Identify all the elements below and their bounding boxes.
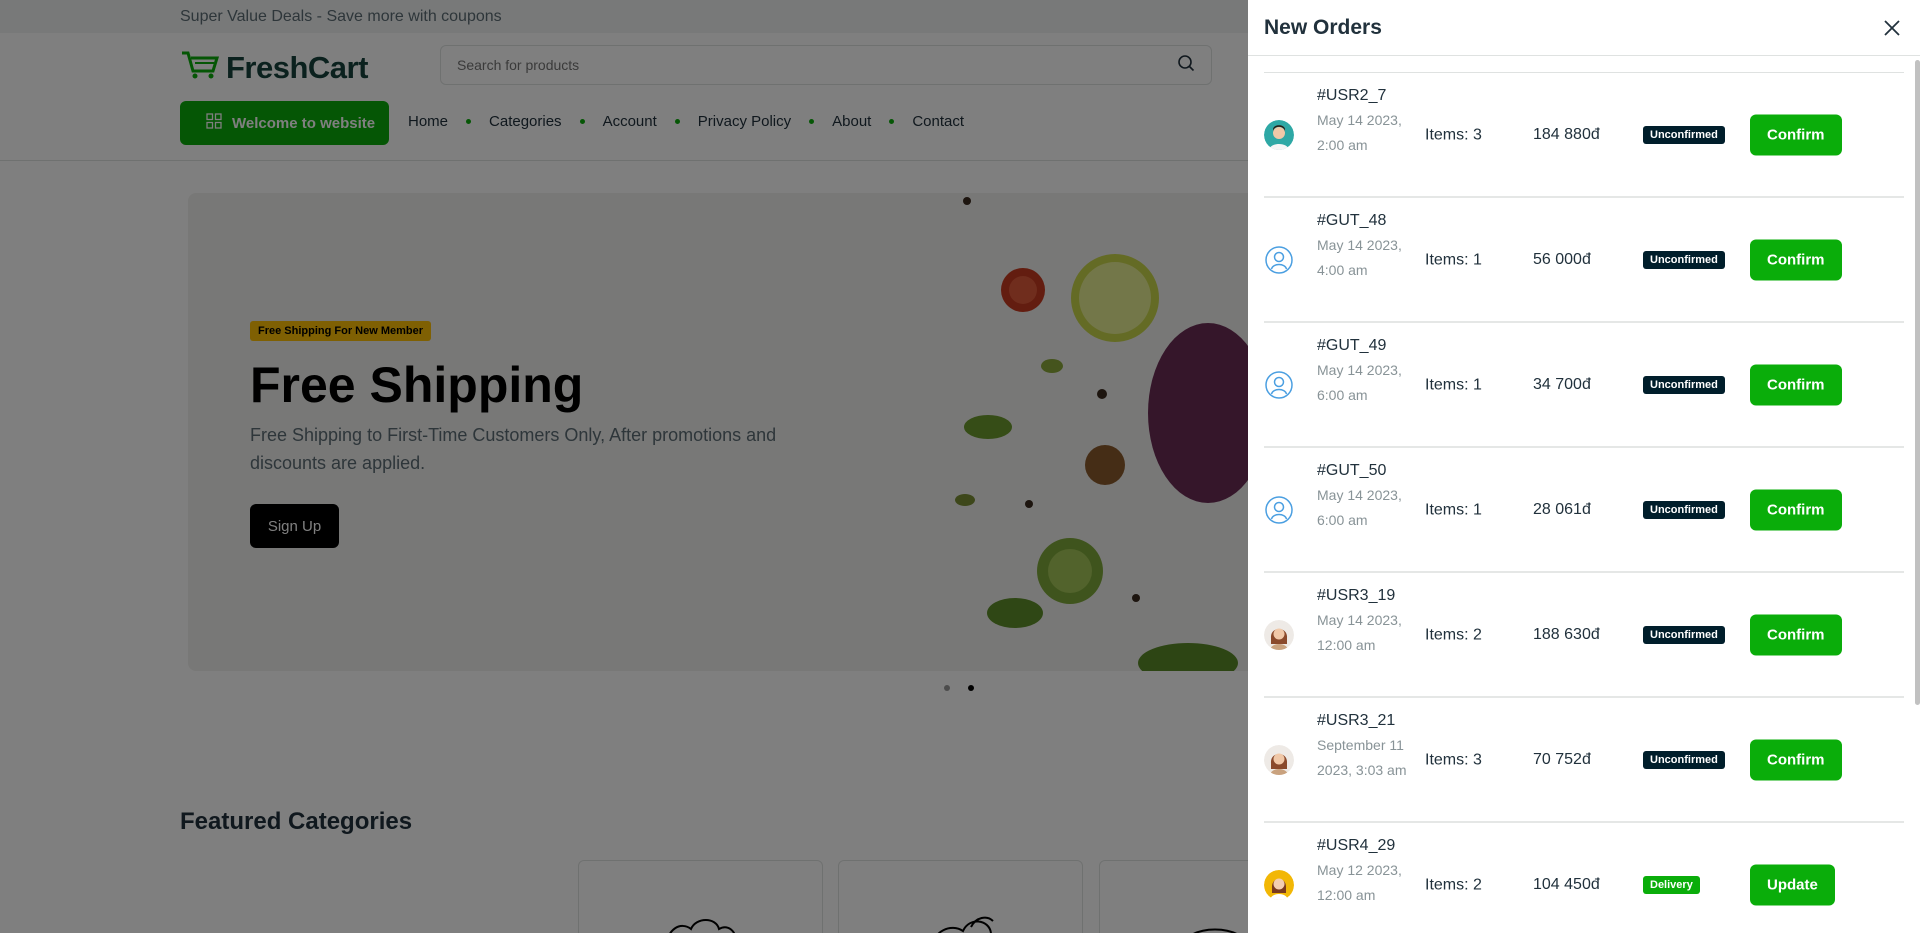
new-orders-drawer: New Orders #USR2_7 May 14 2023, 2:00 am … bbox=[1248, 0, 1920, 933]
order-items-count: Items: 1 bbox=[1425, 501, 1482, 518]
order-info: #GUT_50 May 14 2023, 6:00 am bbox=[1317, 458, 1407, 533]
status-badge: Unconfirmed bbox=[1643, 625, 1725, 644]
order-date: May 14 2023, 6:00 am bbox=[1317, 362, 1402, 403]
update-button[interactable]: Update bbox=[1750, 864, 1835, 905]
order-row: #USR4_29 May 12 2023, 12:00 am Items: 2 … bbox=[1264, 823, 1904, 933]
order-items-count: Items: 3 bbox=[1425, 751, 1482, 768]
order-list: #USR2_7 May 14 2023, 2:00 am Items: 3 18… bbox=[1264, 72, 1904, 933]
order-items-count: Items: 3 bbox=[1425, 126, 1482, 143]
order-id[interactable]: #USR4_29 bbox=[1317, 833, 1407, 858]
order-row: #USR3_21 September 11 2023, 3:03 am Item… bbox=[1264, 698, 1904, 823]
order-info: #GUT_49 May 14 2023, 6:00 am bbox=[1317, 333, 1407, 408]
order-info: #USR2_7 May 14 2023, 2:00 am bbox=[1317, 83, 1407, 158]
status-badge: Delivery bbox=[1643, 875, 1700, 894]
confirm-button[interactable]: Confirm bbox=[1750, 364, 1842, 405]
drawer-scrollbar[interactable] bbox=[1915, 60, 1920, 705]
order-row: #GUT_49 May 14 2023, 6:00 am Items: 1 34… bbox=[1264, 323, 1904, 448]
user-outline-icon bbox=[1264, 495, 1294, 525]
order-date: May 14 2023, 12:00 am bbox=[1317, 612, 1402, 653]
order-row: #USR2_7 May 14 2023, 2:00 am Items: 3 18… bbox=[1264, 73, 1904, 198]
order-items-count: Items: 1 bbox=[1425, 251, 1482, 268]
order-date: May 14 2023, 2:00 am bbox=[1317, 112, 1402, 153]
order-date: May 12 2023, 12:00 am bbox=[1317, 862, 1402, 903]
order-date: September 11 2023, 3:03 am bbox=[1317, 737, 1407, 778]
order-items-count: Items: 2 bbox=[1425, 876, 1482, 893]
order-id[interactable]: #GUT_48 bbox=[1317, 208, 1407, 233]
customer-avatar bbox=[1264, 869, 1294, 900]
confirm-button[interactable]: Confirm bbox=[1750, 114, 1842, 155]
customer-avatar bbox=[1264, 744, 1294, 775]
order-items-count: Items: 2 bbox=[1425, 626, 1482, 643]
confirm-button[interactable]: Confirm bbox=[1750, 739, 1842, 780]
order-row: #GUT_50 May 14 2023, 6:00 am Items: 1 28… bbox=[1264, 448, 1904, 573]
drawer-title: New Orders bbox=[1264, 15, 1382, 39]
order-id[interactable]: #USR3_21 bbox=[1317, 708, 1407, 733]
order-total: 184 880đ bbox=[1533, 125, 1600, 143]
order-total: 34 700đ bbox=[1533, 375, 1591, 393]
order-date: May 14 2023, 4:00 am bbox=[1317, 237, 1402, 278]
order-row: #GUT_48 May 14 2023, 4:00 am Items: 1 56… bbox=[1264, 198, 1904, 323]
confirm-button[interactable]: Confirm bbox=[1750, 239, 1842, 280]
order-id[interactable]: #GUT_49 bbox=[1317, 333, 1407, 358]
customer-avatar bbox=[1264, 619, 1294, 650]
status-badge: Unconfirmed bbox=[1643, 250, 1725, 269]
order-info: #USR4_29 May 12 2023, 12:00 am bbox=[1317, 833, 1407, 908]
order-id[interactable]: #USR3_19 bbox=[1317, 583, 1407, 608]
order-total: 28 061đ bbox=[1533, 500, 1591, 518]
drawer-body: #USR2_7 May 14 2023, 2:00 am Items: 3 18… bbox=[1248, 56, 1920, 933]
status-badge: Unconfirmed bbox=[1643, 500, 1725, 519]
order-total: 56 000đ bbox=[1533, 250, 1591, 268]
order-info: #USR3_19 May 14 2023, 12:00 am bbox=[1317, 583, 1407, 658]
user-outline-icon bbox=[1264, 370, 1294, 400]
order-total: 70 752đ bbox=[1533, 750, 1591, 768]
order-date: May 14 2023, 6:00 am bbox=[1317, 487, 1402, 528]
confirm-button[interactable]: Confirm bbox=[1750, 614, 1842, 655]
customer-avatar bbox=[1264, 119, 1294, 150]
close-icon[interactable] bbox=[1880, 16, 1904, 40]
status-badge: Unconfirmed bbox=[1643, 125, 1725, 144]
confirm-button[interactable]: Confirm bbox=[1750, 489, 1842, 530]
order-total: 104 450đ bbox=[1533, 875, 1600, 893]
order-info: #USR3_21 September 11 2023, 3:03 am bbox=[1317, 708, 1407, 783]
status-badge: Unconfirmed bbox=[1643, 375, 1725, 394]
order-total: 188 630đ bbox=[1533, 625, 1600, 643]
status-badge: Unconfirmed bbox=[1643, 750, 1725, 769]
order-row: #USR3_19 May 14 2023, 12:00 am Items: 2 … bbox=[1264, 573, 1904, 698]
order-info: #GUT_48 May 14 2023, 4:00 am bbox=[1317, 208, 1407, 283]
order-id[interactable]: #USR2_7 bbox=[1317, 83, 1407, 108]
order-id[interactable]: #GUT_50 bbox=[1317, 458, 1407, 483]
order-items-count: Items: 1 bbox=[1425, 376, 1482, 393]
user-outline-icon bbox=[1264, 245, 1294, 275]
drawer-header: New Orders bbox=[1248, 0, 1920, 56]
